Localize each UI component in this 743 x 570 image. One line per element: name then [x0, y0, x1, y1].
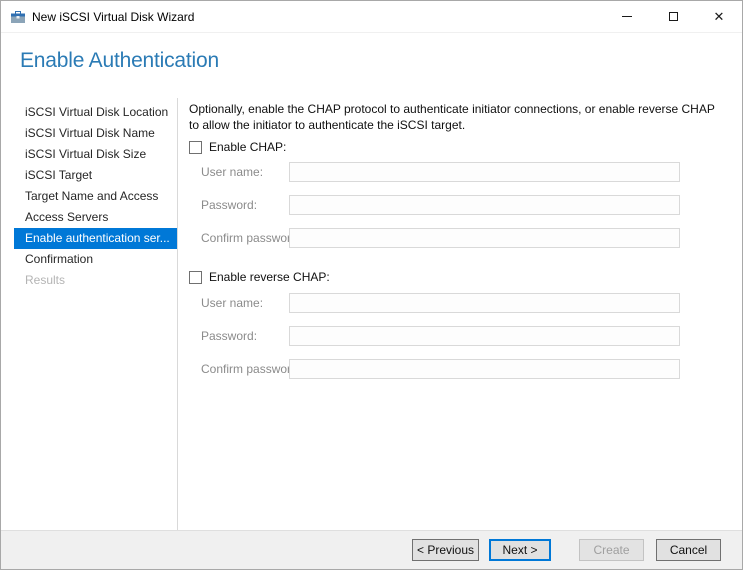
reverse-chap-username-label: User name:	[201, 296, 263, 310]
enable-reverse-chap-row: Enable reverse CHAP:	[189, 270, 330, 284]
enable-chap-label: Enable CHAP:	[209, 140, 286, 154]
window-title: New iSCSI Virtual Disk Wizard	[32, 10, 604, 24]
reverse-chap-confirm-password-row: Confirm password:	[189, 359, 724, 379]
cancel-button[interactable]: Cancel	[656, 539, 721, 561]
previous-button[interactable]: < Previous	[412, 539, 479, 561]
sidebar-item-target-name-access[interactable]: Target Name and Access	[1, 186, 177, 207]
chap-password-input[interactable]	[289, 195, 680, 215]
sidebar-item-disk-name[interactable]: iSCSI Virtual Disk Name	[1, 123, 177, 144]
chap-username-row: User name:	[189, 162, 724, 182]
wizard-toolbox-icon	[10, 9, 26, 25]
title-bar: New iSCSI Virtual Disk Wizard ✕	[1, 1, 742, 33]
sidebar-item-confirmation[interactable]: Confirmation	[1, 249, 177, 270]
wizard-steps-sidebar: iSCSI Virtual Disk Location iSCSI Virtua…	[1, 102, 177, 291]
chap-confirm-password-label: Confirm password:	[201, 231, 301, 245]
page-title: Enable Authentication	[20, 49, 219, 73]
sidebar-item-enable-authentication[interactable]: Enable authentication ser...	[14, 228, 177, 249]
enable-reverse-chap-label: Enable reverse CHAP:	[209, 270, 330, 284]
sidebar-divider	[177, 98, 178, 532]
sidebar-item-iscsi-target[interactable]: iSCSI Target	[1, 165, 177, 186]
close-button[interactable]: ✕	[696, 1, 742, 32]
minimize-button[interactable]	[604, 1, 650, 32]
reverse-chap-password-label: Password:	[201, 329, 257, 343]
enable-chap-row: Enable CHAP:	[189, 140, 286, 154]
create-button[interactable]: Create	[579, 539, 644, 561]
maximize-icon	[669, 12, 678, 21]
chap-password-label: Password:	[201, 198, 257, 212]
reverse-chap-username-input[interactable]	[289, 293, 680, 313]
minimize-icon	[622, 16, 632, 17]
sidebar-item-disk-location[interactable]: iSCSI Virtual Disk Location	[1, 102, 177, 123]
chap-confirm-password-row: Confirm password:	[189, 228, 724, 248]
maximize-button[interactable]	[650, 1, 696, 32]
chap-confirm-password-input[interactable]	[289, 228, 680, 248]
reverse-chap-username-row: User name:	[189, 293, 724, 313]
page-description: Optionally, enable the CHAP protocol to …	[189, 101, 722, 133]
enable-reverse-chap-checkbox[interactable]	[189, 271, 202, 284]
sidebar-item-access-servers[interactable]: Access Servers	[1, 207, 177, 228]
reverse-chap-password-row: Password:	[189, 326, 724, 346]
window-controls: ✕	[604, 1, 742, 32]
chap-username-label: User name:	[201, 165, 263, 179]
chap-password-row: Password:	[189, 195, 724, 215]
chap-username-input[interactable]	[289, 162, 680, 182]
page-content: Optionally, enable the CHAP protocol to …	[189, 101, 724, 531]
next-button[interactable]: Next >	[489, 539, 551, 561]
reverse-chap-confirm-password-label: Confirm password:	[201, 362, 301, 376]
reverse-chap-confirm-password-input[interactable]	[289, 359, 680, 379]
close-icon: ✕	[714, 10, 725, 23]
sidebar-item-results: Results	[1, 270, 177, 291]
wizard-window: New iSCSI Virtual Disk Wizard ✕ Enable A…	[0, 0, 743, 570]
wizard-footer: < Previous Next > Create Cancel	[1, 530, 742, 569]
sidebar-item-disk-size[interactable]: iSCSI Virtual Disk Size	[1, 144, 177, 165]
enable-chap-checkbox[interactable]	[189, 141, 202, 154]
reverse-chap-password-input[interactable]	[289, 326, 680, 346]
